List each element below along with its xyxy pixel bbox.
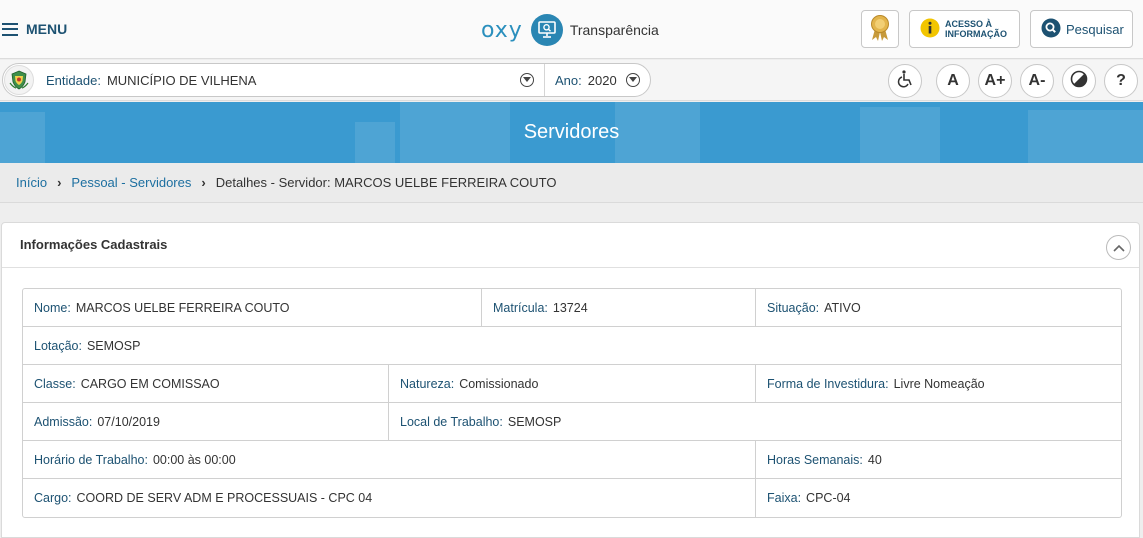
search-button[interactable]: Pesquisar [1030,10,1133,48]
acesso-informacao-button[interactable]: ACESSO À INFORMAÇÃO [909,10,1020,48]
details-row: Horário de Trabalho: 00:00 às 00:00 Hora… [23,441,1121,479]
field-value: 07/10/2019 [97,414,160,429]
contrast-icon [1070,70,1088,93]
field-value: CPC-04 [806,491,851,505]
hamburger-icon [2,22,18,36]
field-label: Nome: [34,300,71,315]
chevron-right-icon: › [201,175,206,190]
field-matricula: Matrícula: 13724 [482,289,756,326]
brand-oxy: oxy [481,17,523,43]
field-label: Horas Semanais: [767,452,863,467]
field-label: Faixa: [767,491,802,505]
field-value: SEMOSP [86,338,141,353]
monitor-search-icon [530,14,563,46]
field-label: Local de Trabalho: [400,414,503,429]
wheelchair-icon [895,69,915,94]
field-label: Forma de Investidura: [767,376,889,391]
help-button[interactable]: ? [1104,64,1138,98]
brand-name: Transparência [569,22,659,38]
divider [544,64,545,96]
field-value: CARGO EM COMISSAO [80,376,220,391]
contrast-button[interactable] [1062,64,1096,98]
entity-year-selector: Entidade: MUNICÍPIO DE VILHENA Ano: 2020 [2,63,651,97]
details-row: Lotação: SEMOSP [23,327,1121,365]
field-label: Matrícula: [493,300,548,315]
details-row: Cargo: COORD DE SERV ADM E PROCESSUAIS -… [23,479,1121,517]
field-lotacao: Lotação: SEMOSP [23,327,1121,364]
field-nome: Nome: MARCOS UELBE FERREIRA COUTO [23,289,482,326]
font-increase-button[interactable]: A+ [978,64,1012,98]
ano-value: 2020 [587,72,617,88]
page-banner: Servidores [0,102,1143,163]
search-icon [1041,18,1061,41]
font-decrease-button[interactable]: A- [1020,64,1054,98]
field-label: Cargo: [34,491,72,505]
field-faixa: Faixa: CPC-04 [756,479,1121,517]
brand-logo[interactable]: oxy Transparência [481,14,659,46]
municipal-crest-icon [4,65,34,95]
search-label: Pesquisar [1066,21,1124,37]
chevron-right-icon: › [57,175,62,190]
chevron-down-icon[interactable] [625,73,640,87]
field-horario-trabalho: Horário de Trabalho: 00:00 às 00:00 [23,441,756,478]
entidade-label: Entidade: [46,72,101,88]
acesso-informacao-label: ACESSO À INFORMAÇÃO [945,19,1007,39]
chevron-down-icon[interactable] [520,73,534,87]
accessibility-button[interactable] [888,64,922,98]
top-header: MENU oxy Transparência ACESSO À INFORMAÇ… [0,0,1143,59]
details-row: Admissão: 07/10/2019 Local de Trabalho: … [23,403,1121,441]
field-label: Natureza: [400,376,455,391]
field-value: 13724 [552,300,588,315]
field-admissao: Admissão: 07/10/2019 [23,403,389,440]
field-value: Livre Nomeação [893,376,985,391]
field-label: Classe: [34,376,76,391]
filter-bar: Entidade: MUNICÍPIO DE VILHENA Ano: 2020… [0,60,1143,101]
font-normal-button[interactable]: A [936,64,970,98]
panel-title: Informações Cadastrais [20,237,168,252]
page-title: Servidores [523,121,620,143]
field-classe: Classe: CARGO EM COMISSAO [23,365,389,402]
field-value: Comissionado [459,376,539,391]
ano-select[interactable]: Ano: 2020 [555,73,640,88]
field-local-trabalho: Local de Trabalho: SEMOSP [389,403,1121,440]
field-label: Admissão: [34,414,93,429]
field-forma-investidura: Forma de Investidura: Livre Nomeação [756,365,1121,402]
field-horas-semanais: Horas Semanais: 40 [756,441,1121,478]
menu-button[interactable]: MENU [2,19,67,39]
details-row: Nome: MARCOS UELBE FERREIRA COUTO Matríc… [23,289,1121,327]
field-cargo: Cargo: COORD DE SERV ADM E PROCESSUAIS -… [23,479,756,517]
field-natureza: Natureza: Comissionado [389,365,756,402]
breadcrumb-home-link[interactable]: Início [16,175,47,190]
field-label: Horário de Trabalho: [34,452,148,467]
details-row: Classe: CARGO EM COMISSAO Natureza: Comi… [23,365,1121,403]
field-label: Lotação: [34,338,82,353]
field-value: 40 [867,452,882,467]
acesso-line2: INFORMAÇÃO [945,29,1007,39]
field-value: COORD DE SERV ADM E PROCESSUAIS - CPC 04 [76,491,373,505]
field-situacao: Situação: ATIVO [756,289,1121,326]
breadcrumb-section-link[interactable]: Pessoal - Servidores [71,175,191,190]
field-value: MARCOS UELBE FERREIRA COUTO [75,300,290,315]
award-ribbon-icon [868,14,892,45]
entidade-value: MUNICÍPIO DE VILHENA [106,72,257,88]
breadcrumb: Início › Pessoal - Servidores › Detalhes… [0,163,1143,203]
field-label: Situação: [767,300,820,315]
details-grid: Nome: MARCOS UELBE FERREIRA COUTO Matríc… [22,288,1122,518]
breadcrumb-current: Detalhes - Servidor: MARCOS UELBE FERREI… [215,175,557,190]
informacoes-cadastrais-panel: Informações Cadastrais Nome: MARCOS UELB… [1,222,1140,538]
chevron-up-icon [1112,244,1125,252]
ano-label: Ano: [555,72,582,88]
acesso-line1: ACESSO À [945,19,993,29]
entidade-select[interactable]: Entidade: MUNICÍPIO DE VILHENA [46,72,534,88]
collapse-button[interactable] [1106,235,1131,260]
info-icon [920,18,940,41]
field-value: SEMOSP [507,414,562,429]
menu-label: MENU [26,21,68,37]
award-button[interactable] [861,10,899,48]
field-value: ATIVO [824,300,861,315]
field-value: 00:00 às 00:00 [152,452,236,467]
panel-header: Informações Cadastrais [2,223,1139,268]
